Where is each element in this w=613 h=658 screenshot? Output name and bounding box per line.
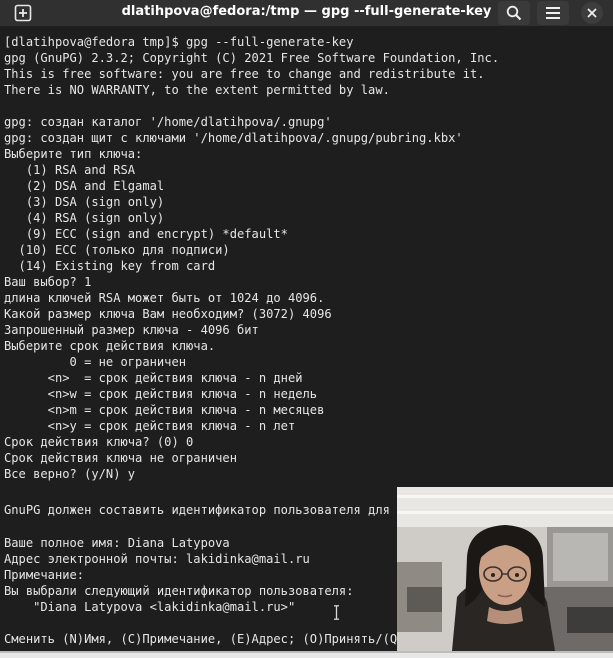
terminal-line: Запрошенный размер ключа - 4096 бит — [4, 323, 259, 337]
terminal-line: Срок действия ключа? (0) 0 — [4, 435, 194, 449]
webcam-overlay — [397, 487, 613, 651]
terminal-line: (2) DSA and Elgamal — [4, 179, 165, 193]
terminal-line: (10) ECC (только для подписи) — [4, 243, 230, 257]
text-cursor-icon — [334, 605, 339, 620]
terminal-line: (9) ECC (sign and encrypt) *default* — [4, 227, 288, 241]
terminal-line: Вы выбрали следующий идентификатор польз… — [4, 584, 354, 598]
search-button[interactable] — [498, 1, 530, 25]
terminal-line: GnuPG должен составить идентификатор пол… — [4, 503, 405, 517]
terminal-line: Выберите тип ключа: — [4, 147, 143, 161]
terminal-line: (3) DSA (sign only) — [4, 195, 165, 209]
terminal-line: [dlatihpova@fedora tmp]$ gpg --full-gene… — [4, 35, 354, 49]
close-icon — [587, 8, 597, 18]
close-button[interactable] — [577, 1, 607, 25]
terminal-line: There is NO WARRANTY, to the extent perm… — [4, 83, 390, 97]
new-tab-button[interactable] — [10, 1, 36, 25]
terminal-line: длина ключей RSA может быть от 1024 до 4… — [4, 291, 325, 305]
menu-button[interactable] — [537, 1, 569, 25]
terminal-line: (1) RSA and RSA — [4, 163, 136, 177]
terminal-line: Примечание: — [4, 568, 85, 582]
terminal-line: Сменить (N)Имя, (C)Примечание, (E)Адрес;… — [4, 632, 405, 646]
terminal-line: (4) RSA (sign only) — [4, 211, 165, 225]
terminal-line: <n> = срок действия ключа - n дней — [4, 371, 303, 385]
hamburger-menu-icon — [546, 7, 560, 19]
terminal-line: <n>m = срок действия ключа - n месяцев — [4, 403, 325, 417]
terminal-line: gpg (GnuPG) 2.3.2; Copyright (C) 2021 Fr… — [4, 51, 500, 65]
terminal-line: Все верно? (y/N) y — [4, 467, 136, 481]
search-icon — [506, 5, 522, 21]
terminal-line: Ваше полное имя: Diana Latypova — [4, 536, 230, 550]
webcam-video-frame — [397, 487, 613, 651]
terminal-line: "Diana Latypova <lakidinka@mail.ru>" — [4, 600, 296, 614]
terminal-line: Срок действия ключа не ограничен — [4, 451, 237, 465]
window-title: dlatihpova@fedora:/tmp — gpg --full-gene… — [121, 4, 492, 19]
terminal-line: <n>y = срок действия ключа - n лет — [4, 419, 296, 433]
terminal-line: (14) Existing key from card — [4, 259, 216, 273]
terminal-line: Адрес электронной почты: lakidinka@mail.… — [4, 552, 310, 566]
bottom-edge — [0, 651, 613, 658]
terminal-line: Выберите срок действия ключа. — [4, 339, 216, 353]
terminal-line: 0 = не ограничен — [4, 355, 187, 369]
terminal-line: Какой размер ключа Вам необходим? (3072)… — [4, 307, 332, 321]
terminal-line: gpg: создан каталог '/home/dlatihpova/.g… — [4, 115, 332, 129]
terminal-line: Ваш выбор? 1 — [4, 275, 92, 289]
terminal-line: This is free software: you are free to c… — [4, 67, 485, 81]
window-titlebar: dlatihpova@fedora:/tmp — gpg --full-gene… — [0, 0, 613, 26]
bottom-border — [0, 651, 613, 653]
terminal-line: gpg: создан щит с ключами '/home/dlatihp… — [4, 131, 463, 145]
new-tab-icon — [14, 4, 32, 22]
terminal-line: <n>w = срок действия ключа - n недель — [4, 387, 318, 401]
